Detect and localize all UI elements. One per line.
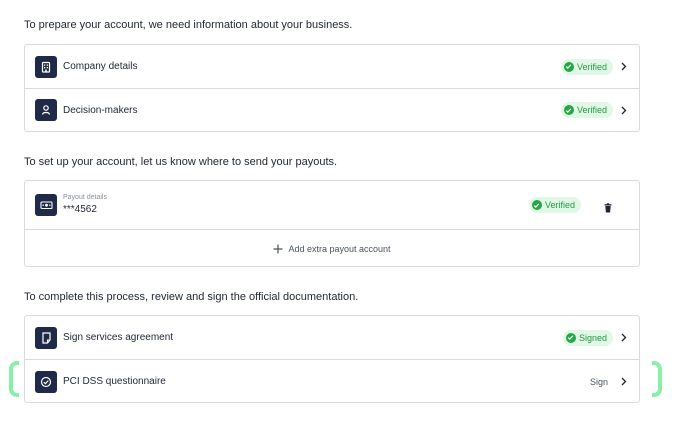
add-payout-account-button[interactable]: Add extra payout account [25,229,639,267]
payout-details-row[interactable]: Payout details ***4562 Verified [25,181,639,229]
add-payout-label: Add extra payout account [288,243,391,254]
person-icon [35,99,57,121]
highlight-bracket-right [652,361,662,397]
check-icon [563,105,574,115]
payout-account-number: ***4562 [63,204,97,215]
business-intro-text: To prepare your account, we need informa… [24,19,353,31]
decision-makers-row[interactable]: Decision-makers Verified [25,88,639,131]
sign-services-agreement-label: Sign services agreement [63,332,174,343]
pci-dss-questionnaire-label: PCI DSS questionnaire [63,376,166,387]
payout-caption: Payout details [63,194,107,201]
payout-card: Payout details ***4562 Verified Add extr… [24,180,640,267]
decision-verified-badge: Verified [560,102,613,118]
chevron-right-icon[interactable] [619,333,629,343]
highlight-bracket-left [9,361,19,397]
check-icon [565,332,576,343]
check-icon [531,200,542,210]
docs-intro-text: To complete this process, review and sig… [24,291,359,303]
chevron-right-icon[interactable] [619,377,629,387]
business-card: Company details Verified Decision-makers… [24,44,640,132]
company-verified-badge: Verified [560,58,613,75]
check-icon [563,61,574,72]
chevron-right-icon[interactable] [619,62,629,72]
agreement-signed-badge: Signed [562,329,613,346]
company-details-label: Company details [63,61,138,72]
decision-makers-label: Decision-makers [63,104,138,116]
sign-action-text[interactable]: Sign [590,377,608,387]
plus-icon [273,244,283,254]
banknote-icon [35,194,57,216]
pci-dss-questionnaire-row[interactable]: PCI DSS questionnaire Sign [25,359,639,403]
payout-verified-badge: Verified [528,197,581,213]
documents-card: Sign services agreement Signed PCI DSS q… [24,315,640,403]
building-icon [35,55,57,78]
check-circle-icon [35,370,57,393]
company-details-row[interactable]: Company details Verified [25,45,639,88]
sign-services-agreement-row[interactable]: Sign services agreement Signed [25,316,639,359]
trash-icon[interactable] [603,200,613,213]
document-icon [35,326,57,349]
payout-intro-text: To set up your account, let us know wher… [24,156,338,168]
chevron-right-icon[interactable] [619,105,629,115]
